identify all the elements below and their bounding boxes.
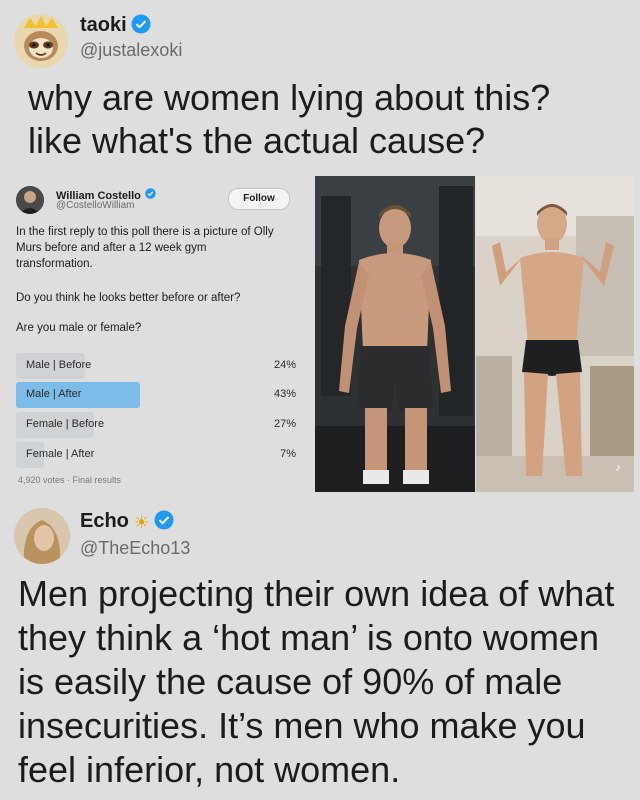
quoted-tweet-card[interactable]: William Costello @CostelloWilliam Follow… <box>10 178 310 492</box>
user-handle[interactable]: @justalexoki <box>80 40 182 61</box>
after-photo-image <box>476 176 634 492</box>
poll-option-percent: 7% <box>280 448 296 460</box>
sun-icon: ☀ <box>133 512 150 533</box>
tweet-text-line-1: why are women lying about this? <box>28 77 551 118</box>
quoted-text-2: Do you think he looks better before or a… <box>16 292 241 304</box>
verified-badge-icon <box>145 186 157 204</box>
verified-badge-icon <box>131 14 151 39</box>
avatar[interactable] <box>14 14 68 68</box>
poll-option-percent: 24% <box>273 359 296 371</box>
quoted-avatar[interactable] <box>16 186 44 214</box>
poll-option-percent: 43% <box>273 388 296 400</box>
poll-option[interactable]: Female | After 7% <box>16 442 300 468</box>
poll-option-label: Male | Before <box>26 359 92 371</box>
before-photo-image <box>315 176 475 492</box>
poll-option[interactable]: Female | Before 27% <box>16 412 300 438</box>
quoted-user-handle[interactable]: @CostelloWilliam <box>56 200 135 211</box>
display-name[interactable]: Echo <box>80 510 129 532</box>
poll-option-percent: 27% <box>273 418 296 430</box>
verified-badge-icon <box>154 510 174 535</box>
follow-button[interactable]: Follow <box>228 188 290 210</box>
avatar-sloth-image <box>14 14 68 68</box>
poll-option[interactable]: Male | After 43% <box>16 382 300 408</box>
quoted-text-1: In the first reply to this poll there is… <box>16 226 274 270</box>
avatar-photo-image <box>14 508 70 564</box>
poll-option-label: Male | After <box>26 388 82 400</box>
after-photo[interactable]: ♪ <box>476 176 634 492</box>
display-name[interactable]: taoki <box>80 14 127 36</box>
tweet-text-line: is easily the cause of 90% of male <box>18 661 563 702</box>
poll-footer: 4,920 votes · Final results <box>18 475 122 485</box>
tweet-text-line: they think a ‘hot man’ is onto women <box>18 617 599 658</box>
tweet-text-line: Men projecting their own idea of what <box>18 573 615 614</box>
user-handle[interactable]: @TheEcho13 <box>80 538 190 559</box>
quoted-text-3: Are you male or female? <box>16 322 142 334</box>
avatar[interactable] <box>14 508 70 564</box>
tweet-text-line: insecurities. It’s men who make you <box>18 705 586 746</box>
tweet-text-line-2: like what's the actual cause? <box>28 120 486 161</box>
before-photo[interactable] <box>315 176 475 492</box>
poll-option[interactable]: Male | Before 24% <box>16 353 300 379</box>
poll-option-label: Female | After <box>26 448 95 460</box>
tweet-text-line: feel inferior, not women. <box>18 749 401 790</box>
tiktok-icon: ♪ <box>615 462 621 474</box>
poll-option-label: Female | Before <box>26 418 105 430</box>
